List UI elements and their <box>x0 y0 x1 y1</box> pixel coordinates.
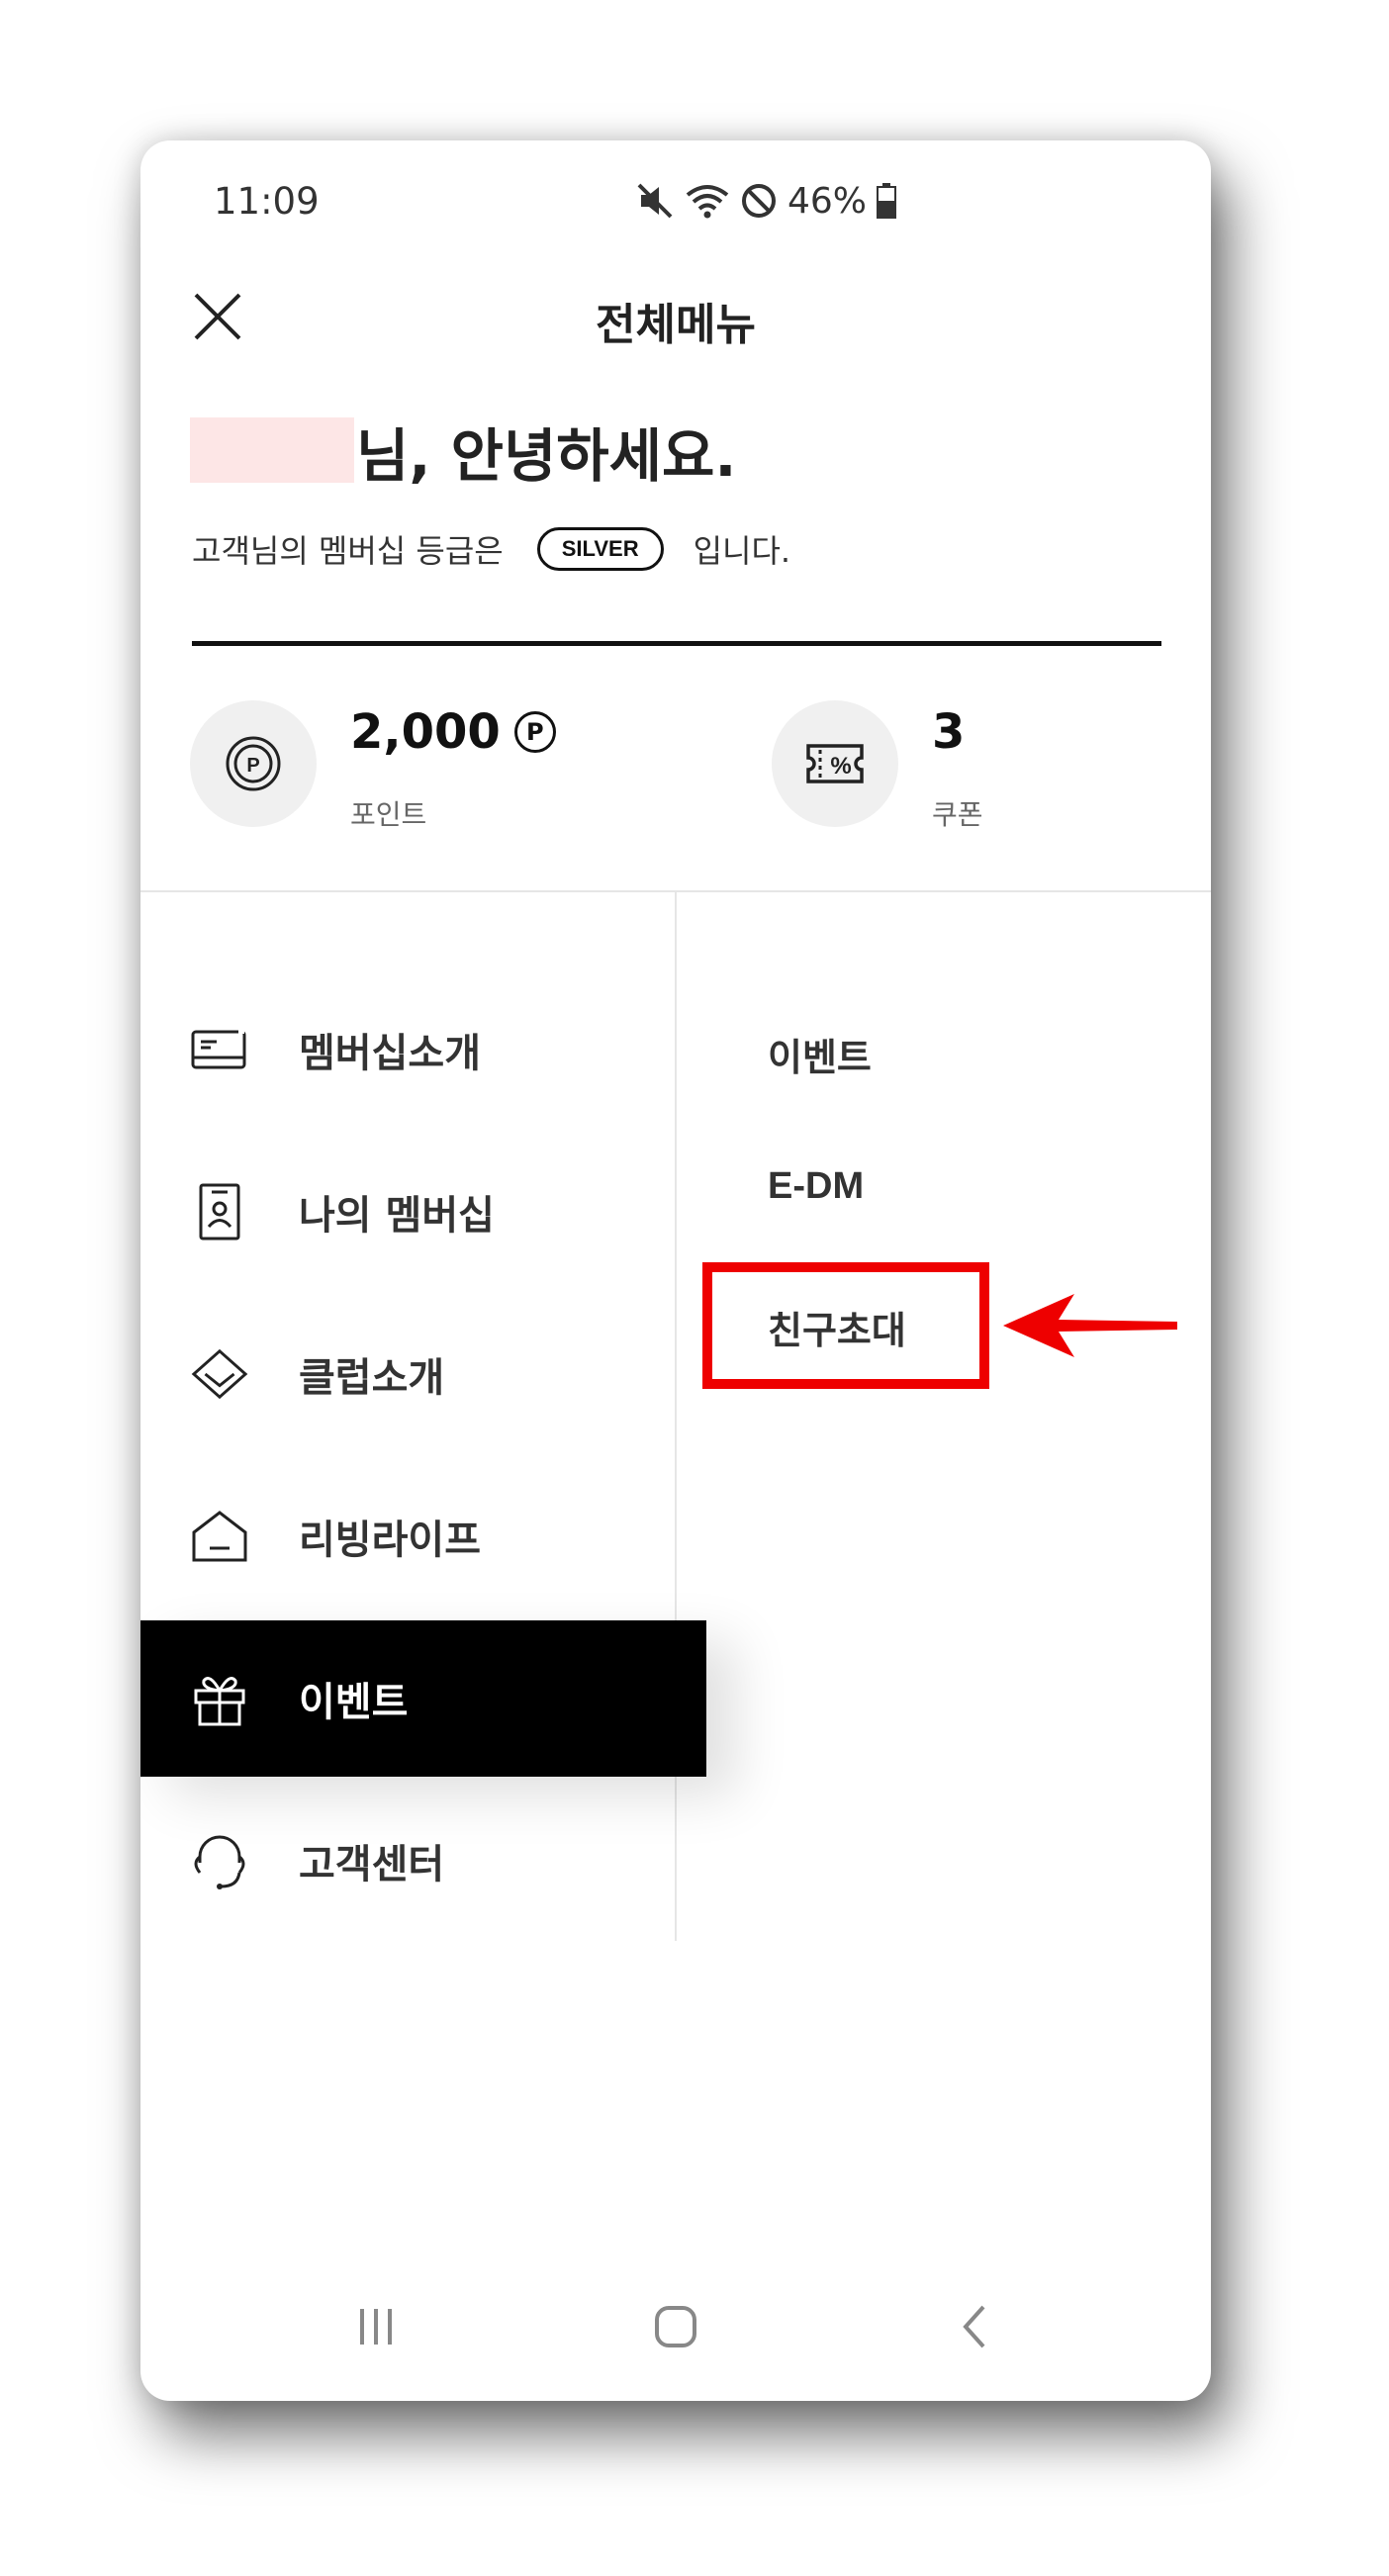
coupons-button[interactable]: % <box>772 700 898 827</box>
left-menu-living-life[interactable]: 리빙라이프 <box>140 1458 706 1614</box>
recent-apps-button[interactable] <box>336 2287 416 2366</box>
greeting-text: 님, 안녕하세요. <box>356 422 737 490</box>
mute-icon <box>635 181 675 221</box>
left-menu-label: 클럽소개 <box>299 1355 445 1401</box>
home-icon <box>655 2306 696 2347</box>
status-bar: 11:09 46% <box>140 140 1211 249</box>
gift-icon <box>190 1669 249 1728</box>
back-icon <box>963 2305 985 2348</box>
grade-badge: SILVER <box>536 527 664 571</box>
grade-prefix: 고객님의 멤버십 등급은 <box>192 532 504 570</box>
svg-text:%: % <box>830 753 851 780</box>
points-button[interactable]: P <box>190 700 317 827</box>
svg-text:P: P <box>246 755 259 777</box>
coupon-icon: % <box>806 744 864 783</box>
left-menu-club-intro[interactable]: 클럽소개 <box>140 1296 706 1452</box>
page-title: 전체메뉴 <box>596 300 756 350</box>
right-menu-event[interactable]: 이벤트 <box>768 1027 872 1081</box>
left-menu-label: 고객센터 <box>299 1842 445 1887</box>
coupons-value[interactable]: 3 <box>932 704 965 760</box>
points-value[interactable]: 2,000 P <box>350 704 556 760</box>
left-menu-event[interactable]: 이벤트 <box>140 1620 706 1777</box>
section-divider <box>192 641 1161 646</box>
left-menu-label: 멤버십소개 <box>299 1031 481 1076</box>
left-menu-label: 나의 멤버십 <box>299 1193 495 1239</box>
house-icon <box>190 1507 249 1566</box>
coupons-label: 쿠폰 <box>932 798 983 831</box>
member-card-icon <box>190 1182 249 1242</box>
left-menu-label: 이벤트 <box>299 1680 409 1725</box>
red-arrow-icon <box>1003 1294 1177 1357</box>
battery-text: 46% <box>787 180 868 222</box>
card-icon <box>190 1020 249 1079</box>
blocked-icon <box>740 182 778 220</box>
phone-screen: 11:09 46% 전체메뉴 님, 안녕하세요. 고객님의 멤버십 등급은 SI… <box>140 140 1211 2401</box>
membership-grade-line: 고객님의 멤버십 등급은 SILVER 입니다. <box>192 526 790 572</box>
headset-icon <box>190 1831 249 1890</box>
point-coin-icon: P <box>226 736 281 791</box>
left-menu-membership-intro[interactable]: 멤버십소개 <box>140 971 706 1128</box>
recent-apps-icon <box>360 2309 392 2345</box>
left-menu-my-membership[interactable]: 나의 멤버십 <box>140 1134 706 1290</box>
home-button[interactable] <box>636 2287 715 2366</box>
highlight-box <box>702 1262 989 1389</box>
user-name-redacted <box>190 417 354 483</box>
right-menu-edm[interactable]: E-DM <box>768 1165 864 1208</box>
diamond-icon <box>190 1344 249 1404</box>
left-menu-customer-center[interactable]: 고객센터 <box>140 1783 706 1939</box>
battery-icon <box>877 183 897 219</box>
point-unit-icon: P <box>513 711 556 753</box>
status-icons: 46% <box>635 178 897 224</box>
wifi-icon <box>685 181 730 221</box>
back-button[interactable] <box>936 2287 1015 2366</box>
left-menu-label: 리빙라이프 <box>299 1518 481 1563</box>
grade-suffix: 입니다. <box>693 532 791 570</box>
points-label: 포인트 <box>350 798 427 831</box>
points-amount: 2,000 <box>350 704 501 760</box>
status-time: 11:09 <box>214 180 320 223</box>
